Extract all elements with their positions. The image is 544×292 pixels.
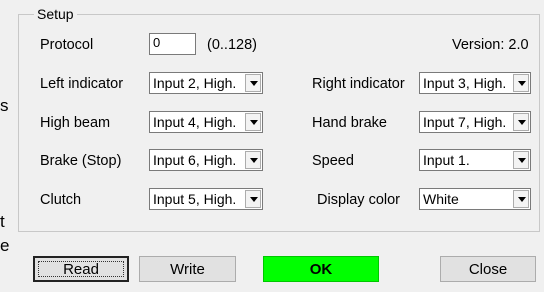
version-label: Version: 2.0: [452, 37, 529, 53]
left-indicator-value: Input 2, High.: [153, 75, 237, 91]
chevron-down-icon[interactable]: [513, 113, 529, 131]
close-button[interactable]: Close: [440, 256, 536, 282]
ok-button[interactable]: OK: [263, 256, 379, 282]
chevron-down-icon[interactable]: [245, 113, 261, 131]
focus-rectangle: [38, 261, 124, 277]
brake-value: Input 6, High.: [153, 152, 237, 168]
speed-label: Speed: [312, 153, 354, 169]
background-text-fragment: s: [0, 96, 9, 115]
hand-brake-label: Hand brake: [312, 115, 387, 131]
high-beam-value: Input 4, High.: [153, 114, 237, 130]
read-button[interactable]: Read: [33, 256, 129, 282]
hand-brake-value: Input 7, High.: [423, 114, 507, 130]
background-text-fragment: t: [0, 212, 5, 231]
chevron-down-icon[interactable]: [245, 151, 261, 169]
brake-label: Brake (Stop): [40, 153, 122, 169]
right-indicator-select[interactable]: Input 3, High.: [419, 72, 531, 94]
left-indicator-select[interactable]: Input 2, High.: [149, 72, 263, 94]
right-indicator-label: Right indicator: [312, 76, 405, 92]
right-indicator-value: Input 3, High.: [423, 75, 507, 91]
write-button-label: Write: [170, 260, 205, 278]
display-color-select[interactable]: White: [419, 188, 531, 210]
high-beam-label: High beam: [40, 115, 111, 131]
brake-select[interactable]: Input 6, High.: [149, 149, 263, 171]
chevron-down-icon[interactable]: [513, 151, 529, 169]
display-color-value: White: [423, 191, 459, 207]
speed-select[interactable]: Input 1.: [419, 149, 531, 171]
setup-groupbox-title: Setup: [34, 6, 77, 22]
speed-value: Input 1.: [423, 152, 470, 168]
high-beam-select[interactable]: Input 4, High.: [149, 111, 263, 133]
left-indicator-label: Left indicator: [40, 76, 124, 92]
chevron-down-icon[interactable]: [513, 74, 529, 92]
clutch-select[interactable]: Input 5, High.: [149, 188, 263, 210]
background-text-fragment: e: [0, 236, 10, 255]
ok-button-label: OK: [309, 260, 333, 278]
protocol-input[interactable]: 0: [149, 33, 196, 55]
chevron-down-icon[interactable]: [245, 74, 261, 92]
clutch-value: Input 5, High.: [153, 191, 237, 207]
clutch-label: Clutch: [40, 192, 82, 208]
protocol-label: Protocol: [40, 37, 94, 53]
display-color-label: Display color: [317, 192, 400, 208]
chevron-down-icon[interactable]: [245, 190, 261, 208]
close-button-label: Close: [468, 260, 508, 278]
hand-brake-select[interactable]: Input 7, High.: [419, 111, 531, 133]
write-button[interactable]: Write: [139, 256, 236, 282]
protocol-range-hint: (0..128): [207, 37, 257, 53]
chevron-down-icon[interactable]: [513, 190, 529, 208]
